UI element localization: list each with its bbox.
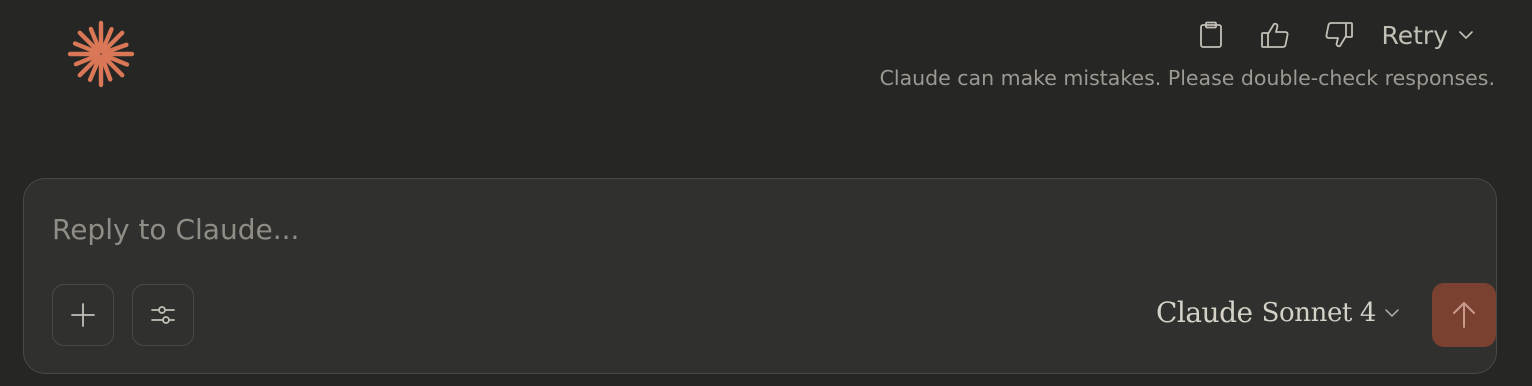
thumbs-down-button[interactable] — [1315, 14, 1363, 56]
model-selector[interactable]: Claude Sonnet 4 — [1156, 296, 1400, 329]
disclaimer-text: Claude can make mistakes. Please double-… — [879, 66, 1495, 90]
sliders-icon — [151, 306, 175, 324]
arrow-up-icon — [1453, 302, 1475, 328]
tools-button[interactable] — [132, 284, 194, 346]
model-brand: Claude — [1155, 296, 1253, 329]
message-actions: Retry — [1187, 14, 1478, 56]
thumbs-down-icon — [1326, 22, 1354, 48]
clipboard-icon — [1200, 21, 1223, 48]
chevron-down-icon — [1384, 308, 1400, 318]
model-name: Sonnet 4 — [1261, 297, 1377, 328]
reply-input[interactable] — [52, 213, 1352, 246]
thumbs-up-button[interactable] — [1251, 14, 1299, 56]
claude-logo-icon — [67, 20, 135, 88]
add-content-button[interactable] — [52, 284, 114, 346]
thumbs-up-icon — [1261, 22, 1289, 48]
retry-label: Retry — [1381, 20, 1448, 50]
chevron-down-icon — [1458, 30, 1474, 40]
plus-icon — [71, 303, 95, 327]
copy-button[interactable] — [1187, 14, 1235, 56]
retry-button[interactable]: Retry — [1377, 14, 1478, 56]
send-button[interactable] — [1432, 283, 1496, 347]
message-composer: Claude Sonnet 4 — [23, 178, 1497, 374]
chat-page: Retry Claude can make mistakes. Please d… — [0, 0, 1532, 386]
